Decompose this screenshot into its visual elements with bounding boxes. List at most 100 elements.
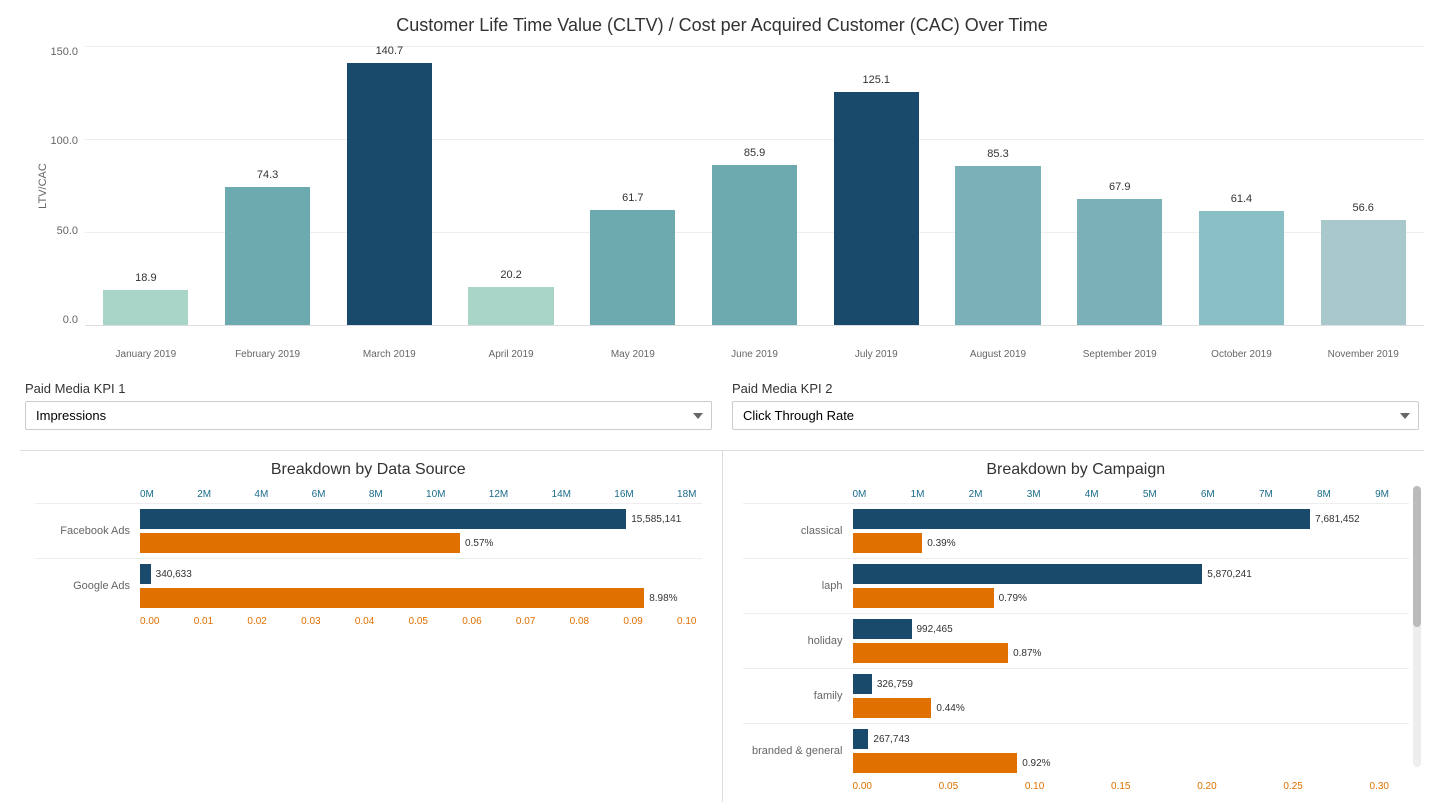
campaign-pct: 0.87% xyxy=(1013,648,1041,659)
x-tick-bottom: 0.00 xyxy=(853,781,872,792)
campaign-bar-blue xyxy=(853,674,872,694)
bar-x-label: May 2019 xyxy=(611,349,655,360)
campaign-bar-blue xyxy=(853,564,1203,584)
x-tick-bottom: 0.30 xyxy=(1370,781,1389,792)
bar: 61.4 xyxy=(1199,211,1284,325)
campaign-value: 7,681,452 xyxy=(1315,514,1360,525)
bar-group: 140.7March 2019 xyxy=(328,46,450,325)
x-tick-bottom: 0.05 xyxy=(939,781,958,792)
bar-value-label: 20.2 xyxy=(500,269,521,281)
scrollbar-thumb[interactable] xyxy=(1413,486,1421,627)
kpi1-group: Paid Media KPI 1 Impressions Clicks Conv… xyxy=(25,381,712,430)
x-tick-bottom: 0.07 xyxy=(516,616,535,627)
x-tick-bottom: 0.03 xyxy=(301,616,320,627)
x-tick: 8M xyxy=(1317,489,1331,500)
section-divider xyxy=(722,451,723,802)
campaign-bar-orange xyxy=(853,533,923,553)
kpi2-select[interactable]: Click Through Rate Conversion Rate CPC C… xyxy=(732,401,1419,430)
campaign-pct: 0.39% xyxy=(927,538,955,549)
x-tick: 0M xyxy=(853,489,867,500)
bar-group: 85.3August 2019 xyxy=(937,46,1059,325)
bar-value-label: 125.1 xyxy=(863,74,891,86)
bar: 18.9 xyxy=(103,290,188,325)
bar: 20.2 xyxy=(468,287,553,325)
source-label-google: Google Ads xyxy=(35,580,140,592)
x-tick: 12M xyxy=(489,489,508,500)
x-tick-bottom: 0.01 xyxy=(194,616,213,627)
bar-group: 85.9June 2019 xyxy=(694,46,816,325)
campaign-bar-orange xyxy=(853,753,1018,773)
facebook-ctr-bar xyxy=(140,533,460,553)
campaign-bar-blue xyxy=(853,619,912,639)
x-tick: 5M xyxy=(1143,489,1157,500)
bar-x-label: February 2019 xyxy=(235,349,300,360)
x-tick: 18M xyxy=(677,489,696,500)
bar-group: 61.7May 2019 xyxy=(572,46,694,325)
bar-x-label: March 2019 xyxy=(363,349,416,360)
y-tick: 0.0 xyxy=(63,314,78,326)
facebook-impressions-value: 15,585,141 xyxy=(631,514,681,525)
campaign-rows: classical 7,681,452 0.39% laph xyxy=(743,503,1410,778)
campaign-label: laph xyxy=(743,580,853,592)
bar-x-label: October 2019 xyxy=(1211,349,1272,360)
campaign-value: 992,465 xyxy=(917,624,953,635)
bar-value-label: 18.9 xyxy=(135,272,156,284)
bar: 67.9 xyxy=(1077,199,1162,325)
top-chart-section: Customer Life Time Value (CLTV) / Cost p… xyxy=(20,10,1424,366)
breakdown-campaign-title: Breakdown by Campaign xyxy=(743,461,1410,479)
bar-group: 18.9January 2019 xyxy=(85,46,207,325)
bar: 85.3 xyxy=(955,166,1040,325)
source-label-facebook: Facebook Ads xyxy=(35,525,140,537)
kpi-section: Paid Media KPI 1 Impressions Clicks Conv… xyxy=(20,381,1424,430)
x-tick-bottom: 0.05 xyxy=(409,616,428,627)
campaign-value: 5,870,241 xyxy=(1207,569,1252,580)
scrollbar-track xyxy=(1413,486,1421,767)
campaign-label: family xyxy=(743,690,853,702)
x-tick-bottom: 0.20 xyxy=(1197,781,1216,792)
x-tick: 6M xyxy=(312,489,326,500)
x-tick-bottom: 0.06 xyxy=(462,616,481,627)
x-tick-bottom: 0.25 xyxy=(1283,781,1302,792)
google-impressions-bar xyxy=(140,564,151,584)
bar-group: 61.4October 2019 xyxy=(1181,46,1303,325)
google-impressions-value: 340,633 xyxy=(156,569,192,580)
bar-x-label: June 2019 xyxy=(731,349,778,360)
bar-x-label: August 2019 xyxy=(970,349,1026,360)
y-tick: 100.0 xyxy=(50,135,78,147)
bar-value-label: 85.3 xyxy=(987,148,1008,160)
x-tick: 1M xyxy=(911,489,925,500)
x-tick: 0M xyxy=(140,489,154,500)
google-ctr-value: 8.98% xyxy=(649,593,677,604)
bar-group: 74.3February 2019 xyxy=(207,46,329,325)
bar-value-label: 140.7 xyxy=(376,45,404,57)
x-tick-bottom: 0.10 xyxy=(677,616,696,627)
x-tick-bottom: 0.09 xyxy=(623,616,642,627)
google-ctr-bar xyxy=(140,588,644,608)
kpi1-select[interactable]: Impressions Clicks Conversions Spend xyxy=(25,401,712,430)
y-tick: 50.0 xyxy=(57,225,78,237)
x-tick: 4M xyxy=(254,489,268,500)
bar-group: 20.2April 2019 xyxy=(450,46,572,325)
bar-value-label: 56.6 xyxy=(1352,202,1373,214)
kpi2-group: Paid Media KPI 2 Click Through Rate Conv… xyxy=(732,381,1419,430)
x-tick-bottom: 0.02 xyxy=(247,616,266,627)
bar-value-label: 61.7 xyxy=(622,192,643,204)
campaign-bar-blue xyxy=(853,509,1311,529)
campaign-bar-orange xyxy=(853,698,932,718)
kpi2-label: Paid Media KPI 2 xyxy=(732,381,1419,396)
campaign-value: 267,743 xyxy=(873,734,909,745)
bar-value-label: 85.9 xyxy=(744,147,765,159)
breakdown-source-title: Breakdown by Data Source xyxy=(35,461,702,479)
campaign-bar-orange xyxy=(853,588,994,608)
bar-value-label: 74.3 xyxy=(257,169,278,181)
x-tick: 9M xyxy=(1375,489,1389,500)
breakdown-source-section: Breakdown by Data Source 0M 2M 4M 6M 8M … xyxy=(20,451,717,802)
campaign-pct: 0.79% xyxy=(999,593,1027,604)
bar-value-label: 67.9 xyxy=(1109,181,1130,193)
y-tick: 150.0 xyxy=(50,46,78,58)
bar: 74.3 xyxy=(225,187,310,325)
bar: 61.7 xyxy=(590,210,675,325)
breakdown-campaign-section: Breakdown by Campaign 0M 1M 2M 3M 4M 5M … xyxy=(728,451,1425,802)
x-tick-bottom: 0.04 xyxy=(355,616,374,627)
bar-x-label: January 2019 xyxy=(116,349,177,360)
